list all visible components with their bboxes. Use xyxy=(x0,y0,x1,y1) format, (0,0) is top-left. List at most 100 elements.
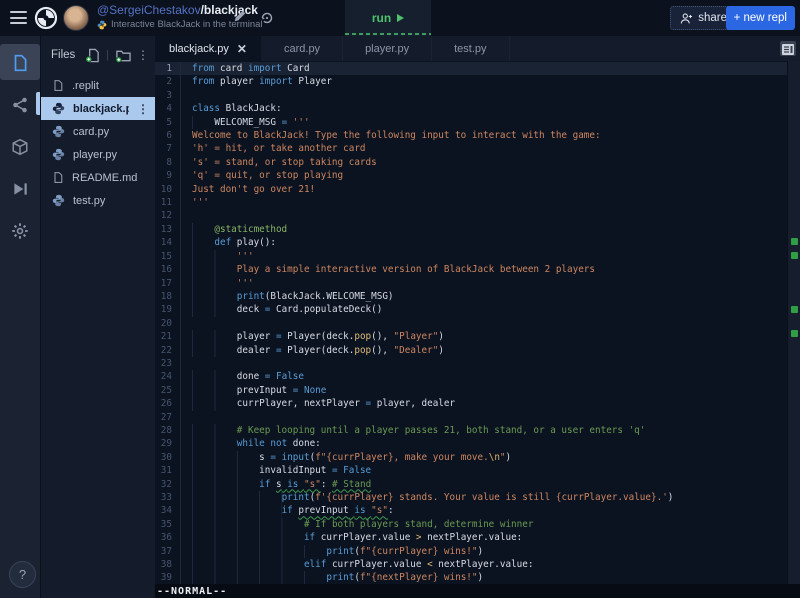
code-line[interactable]: 36 if currPlayer.value > nextPlayer.valu… xyxy=(155,531,800,544)
code-line-content xyxy=(181,357,192,370)
sidebar-item-debugger[interactable] xyxy=(0,168,40,210)
file-name: README.md xyxy=(72,172,149,184)
code-line[interactable]: 18 print(BlackJack.WELCOME_MSG) xyxy=(155,290,800,303)
code-line-content: print(f"{currPlayer} wins!") xyxy=(181,545,483,558)
line-number: 10 xyxy=(155,183,181,196)
diff-marker xyxy=(791,330,798,337)
files-menu-button[interactable]: ⋮ xyxy=(137,49,149,61)
file-item-menu-button[interactable]: ⋮ xyxy=(137,103,149,115)
line-number: 30 xyxy=(155,451,181,464)
code-line[interactable]: 4class BlackJack: xyxy=(155,102,800,115)
package-cube-icon xyxy=(11,138,29,156)
code-line[interactable]: 31 invalidInput = False xyxy=(155,464,800,477)
play-icon xyxy=(397,14,404,22)
replit-logo-icon[interactable] xyxy=(34,6,58,30)
code-line-content: if currPlayer.value > nextPlayer.value: xyxy=(181,531,522,544)
user-avatar[interactable] xyxy=(63,5,89,31)
code-line[interactable]: 11''' xyxy=(155,196,800,209)
tab-test.py[interactable]: test.py xyxy=(432,36,509,61)
file-item-card.py[interactable]: card.py xyxy=(41,120,155,143)
code-line[interactable]: 20 xyxy=(155,317,800,330)
code-line-content: invalidInput = False xyxy=(181,464,371,477)
code-line[interactable]: 10Just don't go over 21! xyxy=(155,183,800,196)
code-line[interactable]: 21 player = Player(deck.pop(), "Player") xyxy=(155,330,800,343)
code-line[interactable]: 8's' = stand, or stop taking cards xyxy=(155,156,800,169)
code-line-content: from card import Card xyxy=(181,62,310,75)
tab-close-icon[interactable]: ✕ xyxy=(237,43,247,55)
code-line-content: @staticmethod xyxy=(181,223,287,236)
indent-guides xyxy=(192,330,237,343)
code-line[interactable]: 28 # Keep looping until a player passes … xyxy=(155,424,800,437)
new-repl-button[interactable]: + new repl xyxy=(726,6,795,30)
code-line-content: deck = Card.populateDeck() xyxy=(181,303,382,316)
code-line-content: if prevInput is "s": xyxy=(181,504,394,517)
tab-blackjack.py[interactable]: blackjack.py✕ xyxy=(155,36,262,61)
file-icon xyxy=(11,54,29,72)
code-line[interactable]: 35 # If both players stand, determine wi… xyxy=(155,518,800,531)
code-line[interactable]: 34 if prevInput is "s": xyxy=(155,504,800,517)
new-file-button[interactable] xyxy=(85,48,100,63)
file-item-test.py[interactable]: test.py xyxy=(41,189,155,212)
code-line-content: WELCOME_MSG = ''' xyxy=(181,116,310,129)
tab-player.py[interactable]: player.py xyxy=(343,36,432,61)
new-folder-button[interactable] xyxy=(115,48,131,63)
indent-guides xyxy=(192,277,237,290)
indent-guides xyxy=(192,424,237,437)
file-item-README.md[interactable]: README.md xyxy=(41,166,155,189)
run-button[interactable]: run xyxy=(345,0,431,36)
file-item-blackjack.py[interactable]: blackjack.py⋮ xyxy=(41,97,155,120)
repl-name: /blackjack xyxy=(201,3,258,17)
code-line[interactable]: 1from card import Card xyxy=(155,62,800,75)
code-line[interactable]: 24 done = False xyxy=(155,370,800,383)
sidebar-item-packages[interactable] xyxy=(0,126,40,168)
code-line[interactable]: 13 @staticmethod xyxy=(155,223,800,236)
sidebar-item-version-control[interactable] xyxy=(0,84,40,126)
code-line[interactable]: 17 ''' xyxy=(155,277,800,290)
code-line[interactable]: 39 print(f"{nextPlayer} wins!") xyxy=(155,571,800,584)
python-file-icon xyxy=(52,102,65,115)
code-line[interactable]: 5 WELCOME_MSG = ''' xyxy=(155,116,800,129)
code-line[interactable]: 9'q' = quit, or stop playing xyxy=(155,169,800,182)
code-line[interactable]: 15 ''' xyxy=(155,250,800,263)
code-line[interactable]: 30 s = input(f"{currPlayer}, make your m… xyxy=(155,451,800,464)
sidebar-item-settings[interactable] xyxy=(0,210,40,252)
code-line[interactable]: 26 currPlayer, nextPlayer = player, deal… xyxy=(155,397,800,410)
code-line[interactable]: 3 xyxy=(155,89,800,102)
indent-guides xyxy=(192,263,237,276)
person-plus-icon xyxy=(680,12,693,25)
code-line[interactable]: 7'h' = hit, or take another card xyxy=(155,142,800,155)
code-area[interactable]: 1from card import Card2from player impor… xyxy=(155,61,800,584)
code-line[interactable]: 2from player import Player xyxy=(155,75,800,88)
python-file-icon xyxy=(52,148,65,161)
code-line[interactable]: 6Welcome to BlackJack! Type the followin… xyxy=(155,129,800,142)
history-icon[interactable] xyxy=(259,10,275,26)
minimap-toggle-button[interactable] xyxy=(780,41,796,56)
edit-title-icon[interactable] xyxy=(233,9,247,23)
file-item-player.py[interactable]: player.py xyxy=(41,143,155,166)
code-line[interactable]: 19 deck = Card.populateDeck() xyxy=(155,303,800,316)
code-line-content: from player import Player xyxy=(181,75,332,88)
code-line[interactable]: 23 xyxy=(155,357,800,370)
annotation-strip[interactable] xyxy=(787,61,800,584)
code-line[interactable]: 29 while not done: xyxy=(155,437,800,450)
indent-guides xyxy=(192,571,326,584)
code-line[interactable]: 14 def play(): xyxy=(155,236,800,249)
code-line[interactable]: 27 xyxy=(155,411,800,424)
line-number: 6 xyxy=(155,129,181,142)
code-line[interactable]: 25 prevInput = None xyxy=(155,384,800,397)
sidebar-item-files[interactable] xyxy=(0,42,40,84)
code-line[interactable]: 12 xyxy=(155,209,800,222)
code-line[interactable]: 38 elif currPlayer.value < nextPlayer.va… xyxy=(155,558,800,571)
file-icon xyxy=(52,171,64,184)
menu-icon[interactable] xyxy=(10,11,27,24)
code-line[interactable]: 32 if s is "s": # Stand xyxy=(155,478,800,491)
repl-owner[interactable]: @SergeiChestakov xyxy=(97,3,201,17)
code-line[interactable]: 37 print(f"{currPlayer} wins!") xyxy=(155,545,800,558)
tab-card.py[interactable]: card.py xyxy=(262,36,343,61)
help-button[interactable]: ? xyxy=(9,561,36,588)
code-line[interactable]: 16 Play a simple interactive version of … xyxy=(155,263,800,276)
line-number: 17 xyxy=(155,277,181,290)
code-line[interactable]: 22 dealer = Player(deck.pop(), "Dealer") xyxy=(155,344,800,357)
code-line[interactable]: 33 print(f'{currPlayer} stands. Your val… xyxy=(155,491,800,504)
file-item-.replit[interactable]: .replit xyxy=(41,74,155,97)
